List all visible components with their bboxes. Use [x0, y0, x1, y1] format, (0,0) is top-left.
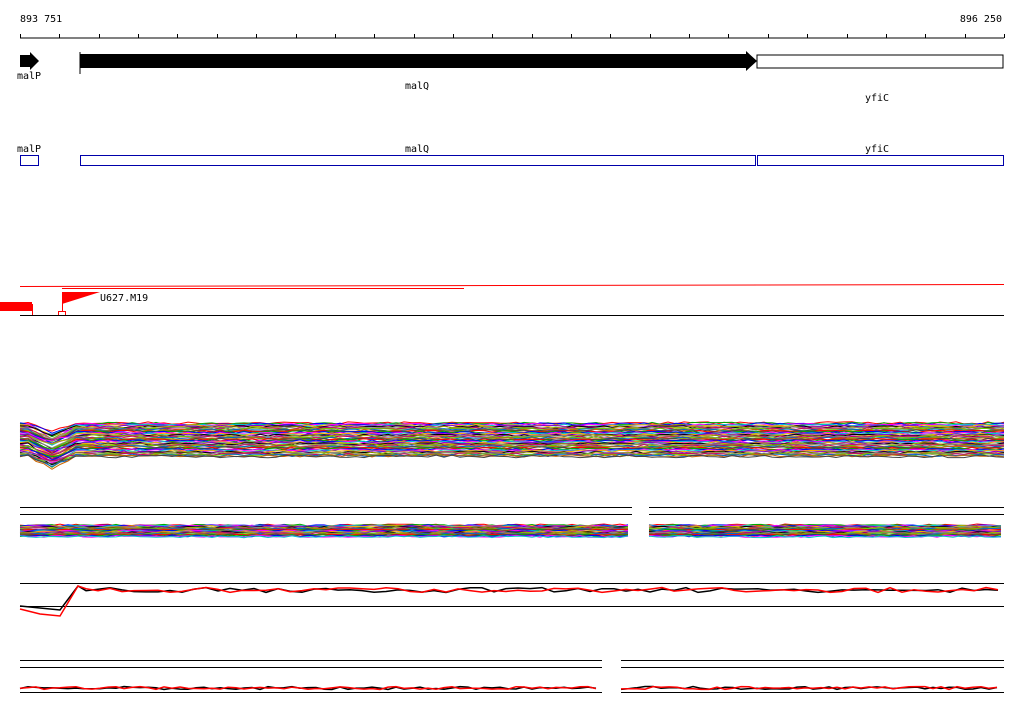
feature-U627-flag[interactable] — [62, 292, 100, 304]
annotation-malQ-label: malQ — [405, 144, 429, 155]
multi-profile-track — [19, 421, 1005, 470]
gene-yfiC-box[interactable] — [756, 54, 1004, 69]
feature-track: U627.M19 — [0, 284, 1005, 316]
split-paired-lines — [19, 685, 998, 691]
paired-profile-lines — [19, 585, 999, 617]
gene-yfiC-label: yfiC — [865, 93, 889, 104]
coordinate-ruler: 893 751 896 250 — [20, 14, 1005, 39]
split-profile-track — [19, 507, 1004, 539]
annotation-yfiC-box[interactable] — [757, 155, 1004, 166]
feature-offscreen-marker[interactable] — [0, 302, 32, 311]
ruler-ticks — [20, 34, 1005, 38]
feature-long-red-line — [19, 284, 1005, 287]
feature-U627-base — [58, 311, 66, 316]
split-paired-profile-track — [19, 660, 1004, 693]
gene-malQ-arrow[interactable] — [80, 51, 757, 71]
annotation-track: malP malQ yfiC — [17, 144, 1004, 166]
ruler-start-label: 893 751 — [20, 14, 62, 25]
annotation-malP-box[interactable] — [20, 155, 39, 166]
annotation-malQ-box[interactable] — [80, 155, 756, 166]
feature-U627-label: U627.M19 — [100, 293, 148, 304]
paired-profile-track — [19, 583, 1004, 617]
genome-browser-view: 893 751 896 250 malP malQ yfiC malP malQ… — [0, 14, 1005, 693]
gene-track: malP malQ yfiC — [17, 51, 1004, 104]
gene-malQ-label: malQ — [405, 81, 429, 92]
ruler-end-label: 896 250 — [960, 14, 1002, 25]
profile-series-line — [19, 454, 1005, 465]
annotation-yfiC-label: yfiC — [865, 144, 889, 155]
split-profile-lines — [19, 523, 1002, 539]
gene-malP-arrow[interactable] — [20, 52, 39, 70]
annotation-malP-label: malP — [17, 144, 41, 155]
gene-malP-label: malP — [17, 71, 41, 82]
